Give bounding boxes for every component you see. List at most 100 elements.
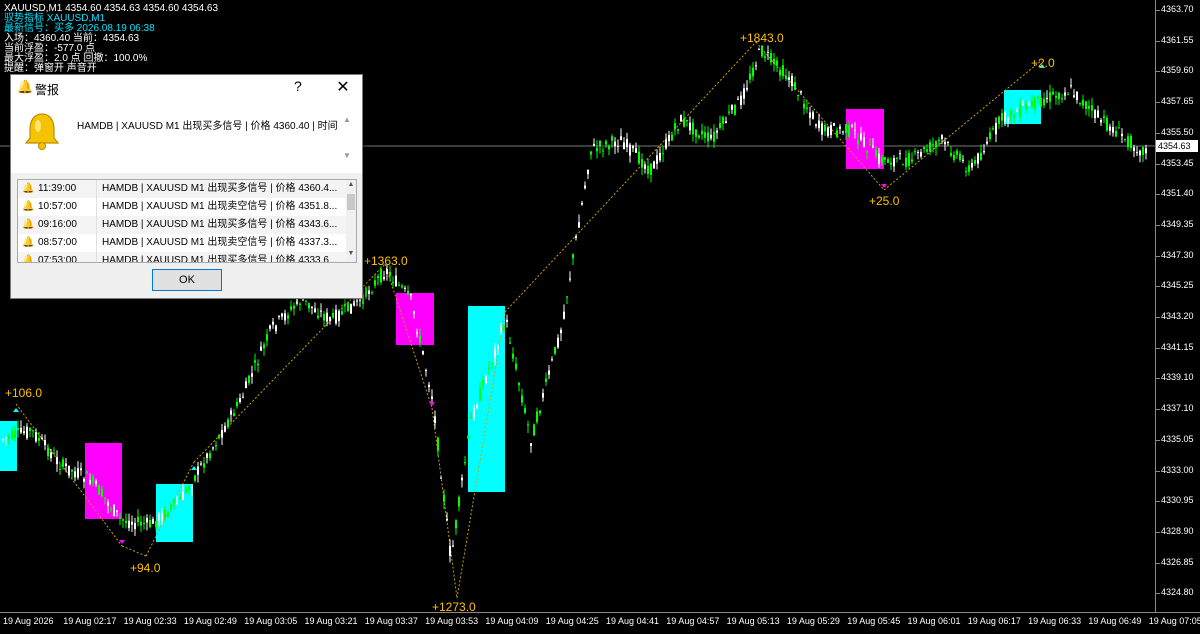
candle-body xyxy=(554,346,556,354)
time-tick-label: 19 Aug 05:29 xyxy=(786,616,840,626)
time-tick-label: 19 Aug 06:49 xyxy=(1088,616,1142,626)
candle-body xyxy=(707,132,709,142)
candle-body xyxy=(740,95,742,105)
candle-body xyxy=(212,447,214,449)
ok-button[interactable]: OK xyxy=(152,269,222,291)
candle-body xyxy=(977,153,979,164)
alert-row[interactable]: 🔔 10:57:00 HAMDB | XAUUSD M1 出现卖空信号 | 价格 4… xyxy=(18,198,346,216)
scroll-thumb[interactable] xyxy=(347,194,355,210)
candle-body xyxy=(806,107,808,109)
candle-body xyxy=(1001,113,1003,121)
candle-body xyxy=(848,125,850,137)
list-scrollbar[interactable]: ▲ ▼ xyxy=(346,180,356,262)
candle-body xyxy=(527,424,529,426)
candle-body xyxy=(461,477,463,481)
candle-body xyxy=(494,348,496,358)
candle-body xyxy=(512,353,514,359)
candle-body xyxy=(926,149,928,152)
candle-body xyxy=(1094,110,1096,119)
candle-body xyxy=(575,236,577,238)
candle-body xyxy=(962,159,964,161)
candle-body xyxy=(1025,104,1027,110)
time-tick-label: 19 Aug 03:53 xyxy=(425,616,479,626)
candle-body xyxy=(869,144,871,146)
candle-body xyxy=(140,521,142,526)
alert-time: 11:39:00 xyxy=(38,183,77,194)
candle-body xyxy=(731,105,733,110)
candle-body xyxy=(647,165,649,174)
column-divider xyxy=(96,252,97,262)
price-tick-label: 4363.70 xyxy=(1161,4,1194,14)
candle-body xyxy=(1016,110,1018,112)
alert-row[interactable]: 🔔 07:53:00 HAMDB | XAUUSD M1 出现买多信号 | 价格 4… xyxy=(18,252,346,262)
candle-body xyxy=(1130,135,1132,148)
candle-body xyxy=(824,124,826,132)
candle-body xyxy=(845,124,847,134)
candle-body xyxy=(83,478,85,482)
candle-body xyxy=(443,494,445,502)
time-tick-label: 19 Aug 03:05 xyxy=(244,616,298,626)
price-tick-label: 4357.65 xyxy=(1161,96,1194,107)
scroll-up-icon[interactable]: ▲ xyxy=(346,181,356,188)
candle-body xyxy=(473,407,475,418)
candle-body xyxy=(698,135,700,138)
candle-body xyxy=(1037,95,1039,99)
candle-body xyxy=(263,344,265,349)
time-axis[interactable]: 19 Aug 2026 19 Aug 02:17 19 Aug 02:33 19 Au… xyxy=(0,612,1200,634)
time-tick-label: 19 Aug 02:17 xyxy=(63,616,117,626)
price-axis[interactable]: 4363.70 4361.55 4359.60 4357.65 4355.50 4353.… xyxy=(1155,0,1200,612)
alert-row[interactable]: 🔔 11:39:00 HAMDB | XAUUSD M1 出现买多信号 | 价格 4… xyxy=(18,180,346,198)
dialog-titlebar[interactable]: 🔔 警报 ? ✕ xyxy=(11,75,362,101)
candle-body xyxy=(251,373,253,377)
candle-body xyxy=(761,45,763,57)
candle-body xyxy=(881,157,883,164)
candle-body xyxy=(749,73,751,80)
candle-body xyxy=(635,148,637,153)
candle-body xyxy=(1070,85,1072,87)
candle-body xyxy=(191,487,193,489)
candle-body xyxy=(425,370,427,372)
candle-body xyxy=(1064,92,1066,96)
candle-body xyxy=(26,426,28,439)
alert-row[interactable]: 🔔 09:16:00 HAMDB | XAUUSD M1 出现买多信号 | 价格 4… xyxy=(18,216,346,234)
candle-body xyxy=(311,306,313,309)
candle-body xyxy=(119,516,121,518)
candle-body xyxy=(1067,94,1069,96)
candle-body xyxy=(617,145,619,147)
candle-body xyxy=(116,510,118,512)
candle-body xyxy=(542,393,544,398)
candle-body xyxy=(1088,105,1090,109)
candle-body xyxy=(380,269,382,283)
scroll-down-icon[interactable]: ▼ xyxy=(346,250,356,257)
alert-history-list[interactable]: 🔔 11:39:00 HAMDB | XAUUSD M1 出现买多信号 | 价格 4… xyxy=(17,179,357,263)
price-tick-label: 4339.10 xyxy=(1161,372,1194,383)
price-tick-label: 4326.85 xyxy=(1161,556,1194,567)
price-tick-label: 4347.30 xyxy=(1161,249,1194,260)
candle-body xyxy=(665,139,667,149)
time-tick-label: 19 Aug 2026 xyxy=(3,616,54,626)
candle-body xyxy=(320,310,322,312)
candle-body xyxy=(743,88,745,99)
time-tick-label: 19 Aug 04:57 xyxy=(666,616,720,626)
bell-icon: 🔔 xyxy=(22,183,35,194)
candle-body xyxy=(902,164,904,166)
candle-body xyxy=(1076,91,1078,101)
candle-body xyxy=(779,70,781,76)
candle-body xyxy=(581,202,583,205)
signal-label: +25.0 xyxy=(869,194,900,208)
message-scrollbar[interactable]: ▲ ▼ xyxy=(341,115,353,171)
sell-zone xyxy=(396,293,434,345)
close-button[interactable]: ✕ xyxy=(329,77,357,97)
candle-body xyxy=(605,141,607,145)
buy-zone xyxy=(468,306,505,492)
candle-body xyxy=(305,300,307,302)
candle-body xyxy=(260,346,262,351)
alert-dialog[interactable]: 🔔 警报 ? ✕ HAMDB | XAUUSD M1 出现买多信号 | 价格 4… xyxy=(10,74,363,299)
candle-body xyxy=(1028,103,1030,106)
price-tick-mark xyxy=(1156,409,1160,411)
candle-body xyxy=(803,103,805,109)
candle-body xyxy=(383,277,385,280)
alert-row[interactable]: 🔔 08:57:00 HAMDB | XAUUSD M1 出现卖空信号 | 价格 4… xyxy=(18,234,346,252)
candle-body xyxy=(830,125,832,136)
help-button[interactable]: ? xyxy=(294,78,302,94)
